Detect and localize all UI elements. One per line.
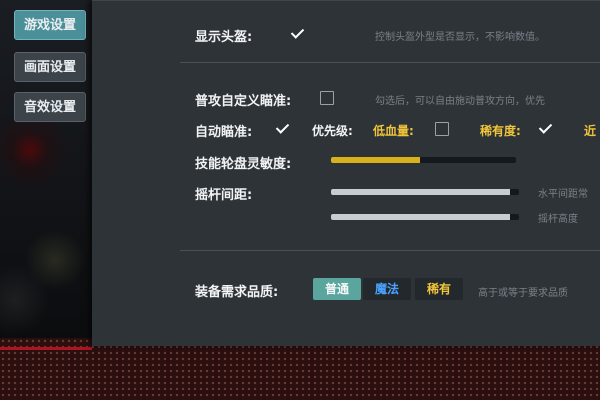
joystick-height-slider[interactable]: [331, 214, 519, 220]
joystick-horizontal-slider[interactable]: [331, 189, 519, 195]
priority-label: 优先级:: [312, 124, 353, 138]
quality-magic-button[interactable]: 魔法: [363, 278, 411, 300]
show-helmet-checkbox[interactable]: [291, 26, 305, 40]
joystick-horizontal-fill: [331, 189, 510, 195]
section-divider: [180, 62, 600, 63]
skill-sensitivity-label: 技能轮盘灵敏度:: [195, 157, 292, 172]
custom-aim-hint: 勾选后，可以自由施动普攻方向，优先: [375, 96, 545, 107]
rarity-checkbox[interactable]: [539, 121, 553, 135]
near-label: 近: [584, 124, 597, 138]
tab-audio-settings[interactable]: 音效设置: [14, 92, 86, 122]
equip-quality-hint: 高于或等于要求品质: [478, 288, 568, 299]
joystick-horizontal-hint: 水平间距常: [538, 189, 588, 200]
custom-aim-label: 普攻自定义瞄准:: [195, 94, 292, 109]
auto-aim-checkbox[interactable]: [276, 121, 290, 135]
low-hp-checkbox[interactable]: [435, 122, 449, 136]
quality-rare-button[interactable]: 稀有: [415, 278, 463, 300]
show-helmet-hint: 控制头盔外型是否显示，不影响数值。: [375, 32, 545, 43]
tab-game-settings[interactable]: 游戏设置: [14, 10, 86, 40]
tab-graphics-settings[interactable]: 画面设置: [14, 52, 86, 82]
rarity-label: 稀有度:: [480, 124, 521, 138]
skill-sensitivity-slider[interactable]: [331, 157, 516, 163]
section-divider-2: [180, 250, 600, 251]
low-hp-label: 低血量:: [373, 124, 414, 138]
custom-aim-checkbox[interactable]: [320, 91, 334, 105]
quality-normal-button[interactable]: 普通: [313, 278, 361, 300]
joystick-height-hint: 摇杆高度: [538, 214, 578, 225]
equip-quality-label: 装备需求品质:: [195, 285, 279, 300]
joystick-spacing-label: 摇杆间距:: [195, 188, 253, 203]
skill-sensitivity-fill: [331, 157, 420, 163]
show-helmet-label: 显示头盔:: [195, 30, 253, 45]
joystick-height-fill: [331, 214, 510, 220]
health-bar-line: [0, 347, 92, 350]
auto-aim-label: 自动瞄准:: [195, 125, 253, 140]
